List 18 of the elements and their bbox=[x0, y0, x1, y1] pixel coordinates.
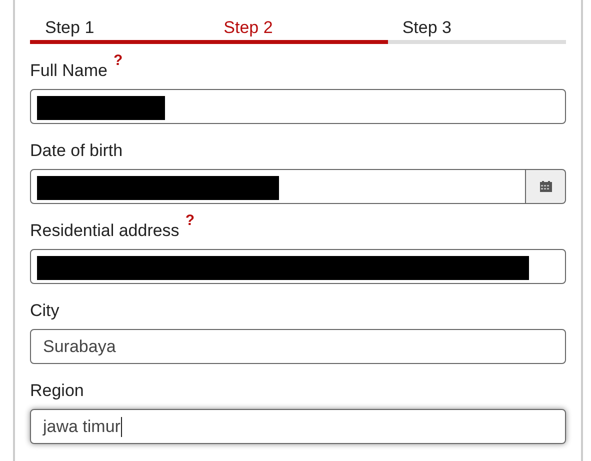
input-field[interactable] bbox=[30, 169, 526, 204]
field-label: Full Name bbox=[30, 61, 108, 81]
step-tab[interactable]: Step 1 bbox=[30, 18, 209, 38]
field-label: Date of birth bbox=[30, 141, 123, 161]
input-field[interactable]: Surabaya bbox=[30, 329, 566, 364]
field-label: Region bbox=[30, 381, 84, 401]
text-caret bbox=[121, 416, 122, 436]
help-mark[interactable]: ? bbox=[185, 215, 194, 227]
input-field[interactable] bbox=[30, 89, 566, 124]
field-label: City bbox=[30, 301, 60, 321]
help-mark[interactable]: ? bbox=[113, 55, 123, 67]
field-label: Residential address bbox=[30, 221, 180, 241]
step-tab[interactable]: Step 2 bbox=[208, 18, 388, 38]
calendar-button[interactable] bbox=[526, 169, 566, 204]
calendar-icon bbox=[540, 181, 552, 192]
input-field[interactable]: jawa timur bbox=[30, 409, 566, 444]
step-tab[interactable]: Step 3 bbox=[387, 18, 566, 38]
input-field[interactable] bbox=[30, 249, 566, 284]
